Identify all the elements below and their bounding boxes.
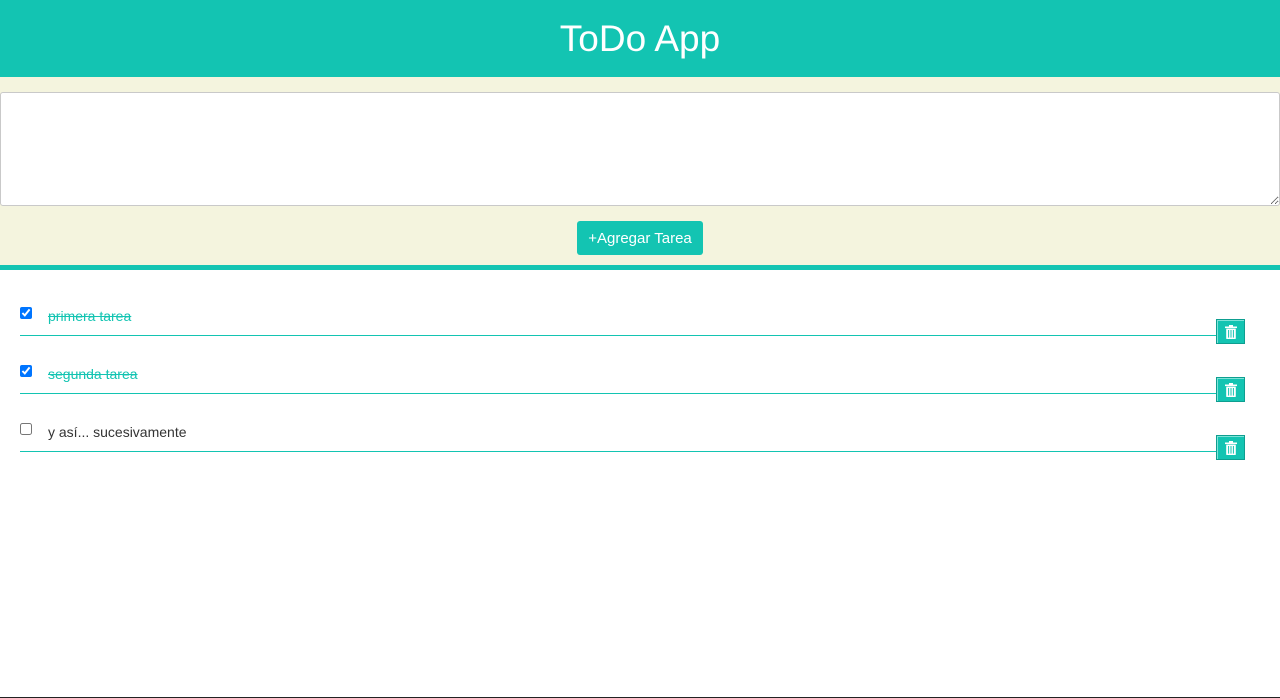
task-item: y así... sucesivamente <box>20 416 1245 474</box>
delete-task-button[interactable] <box>1216 435 1245 460</box>
trash-icon <box>1224 324 1237 339</box>
trash-icon <box>1224 440 1237 455</box>
task-text: y así... sucesivamente <box>48 424 187 440</box>
task-checkbox[interactable] <box>20 307 32 319</box>
delete-task-button[interactable] <box>1216 377 1245 402</box>
task-item: segunda tarea <box>20 358 1245 416</box>
app-title: ToDo App <box>559 17 721 59</box>
task-text: primera tarea <box>48 308 132 324</box>
task-underline <box>20 335 1216 336</box>
task-underline <box>20 451 1216 452</box>
app-header: ToDo App <box>0 0 1280 77</box>
task-input-panel: +Agregar Tarea <box>0 77 1280 265</box>
add-task-button[interactable]: +Agregar Tarea <box>577 221 703 255</box>
delete-task-button[interactable] <box>1216 319 1245 344</box>
task-list: primera tarea segunda tarea y así... suc… <box>20 300 1245 474</box>
task-underline <box>20 393 1216 394</box>
task-checkbox[interactable] <box>20 423 32 435</box>
task-item: primera tarea <box>20 300 1245 358</box>
task-textarea[interactable] <box>0 92 1280 206</box>
task-text: segunda tarea <box>48 366 138 382</box>
trash-icon <box>1224 382 1237 397</box>
section-divider <box>0 265 1280 270</box>
task-checkbox[interactable] <box>20 365 32 377</box>
